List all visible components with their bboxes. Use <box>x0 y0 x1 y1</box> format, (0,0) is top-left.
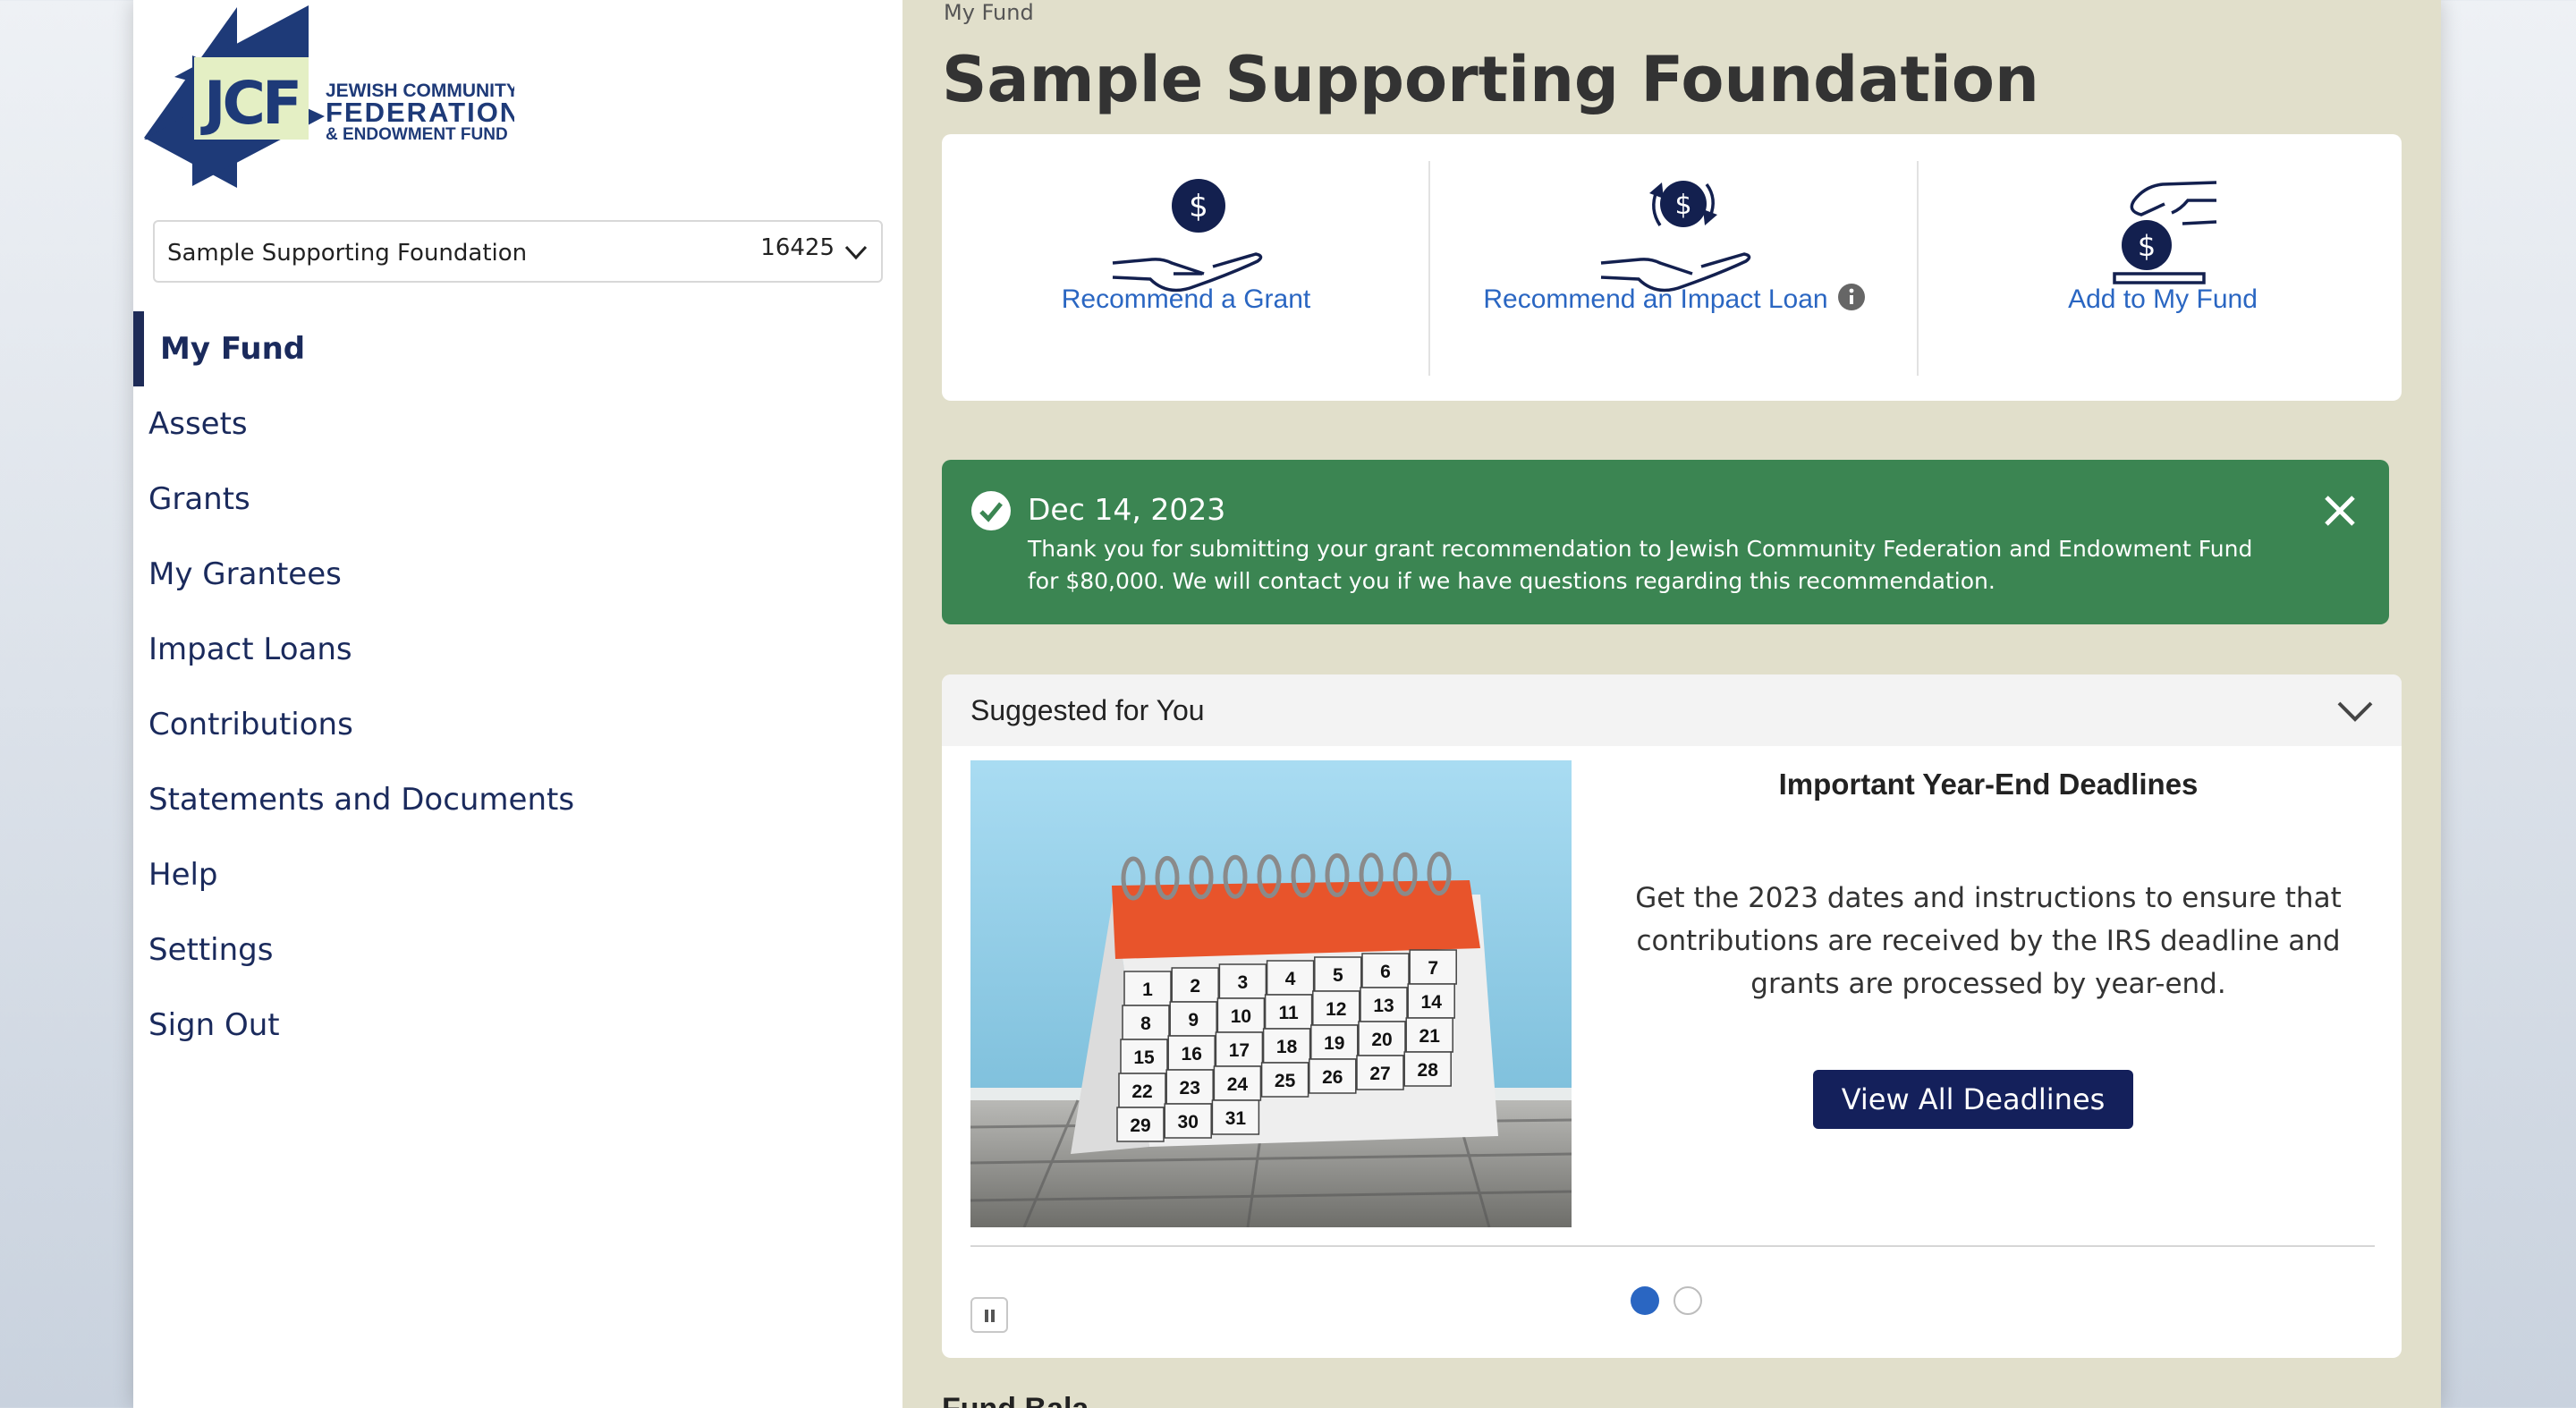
suggestion-card-title: Important Year-End Deadlines <box>1778 768 2199 801</box>
sidebar-item-statements[interactable]: Statements and Documents <box>133 762 902 837</box>
calendar-day-number: 23 <box>1180 1078 1200 1098</box>
recommend-grant-action[interactable]: $ Recommend a Grant <box>942 161 1430 376</box>
svg-text:& ENDOWMENT FUND: & ENDOWMENT FUND <box>326 125 508 144</box>
sidebar-item-my-grantees[interactable]: My Grantees <box>133 537 902 612</box>
calendar-day-number: 28 <box>1418 1060 1439 1081</box>
calendar-day-number: 21 <box>1419 1026 1441 1047</box>
suggested-title: Suggested for You <box>970 694 1205 726</box>
alert-message: Thank you for submitting your grant reco… <box>1028 536 2253 594</box>
hand-deposit-coin-icon: $ <box>2113 181 2217 284</box>
fund-balance-heading-peek: Fund Bala <box>942 1392 1089 1408</box>
recommend-impact-loan-label: Recommend an Impact Loan <box>1430 284 1919 315</box>
sidebar-item-impact-loans[interactable]: Impact Loans <box>133 612 902 687</box>
sidebar-item-grants[interactable]: Grants <box>133 462 902 537</box>
calendar-day-number: 25 <box>1275 1071 1296 1091</box>
calendar-day-number: 4 <box>1285 969 1296 989</box>
sidebar-item-sign-out[interactable]: Sign Out <box>133 988 902 1063</box>
fund-selector-name: Sample Supporting Foundation <box>167 240 528 267</box>
svg-text:$: $ <box>1674 190 1691 221</box>
calendar-day-number: 24 <box>1227 1074 1249 1095</box>
add-to-my-fund-label: Add to My Fund <box>2068 284 2258 314</box>
info-icon[interactable] <box>1837 283 1866 311</box>
chevron-down-icon <box>844 245 868 260</box>
calendar-day-number: 14 <box>1421 992 1443 1013</box>
calendar-day-number: 5 <box>1333 965 1343 986</box>
desk-calendar-image: 1 2 3 4 5 6 78 9 10 11 12 13 1415 16 17 18 19 20 2122 23 24 2… <box>970 760 1572 1227</box>
chevron-down-icon[interactable] <box>2335 692 2375 728</box>
check-circle-icon <box>971 491 1011 530</box>
calendar-day-number: 19 <box>1324 1033 1344 1054</box>
fund-selector-dropdown[interactable]: Sample Supporting Foundation 16425 <box>153 220 883 283</box>
calendar-day-number: 26 <box>1322 1067 1343 1088</box>
calendar-day-number: 7 <box>1428 958 1438 979</box>
suggestion-card-body: Get the 2023 dates and instructions to e… <box>1635 882 2342 1000</box>
calendar-day-number: 13 <box>1373 996 1394 1016</box>
calendar-day-number: 6 <box>1380 962 1391 982</box>
calendar-day-number: 2 <box>1190 976 1200 997</box>
calendar-day-number: 17 <box>1229 1040 1250 1061</box>
app-window: JCF JEWISH COMMUNITY FEDERATION & ENDOWM… <box>133 0 2441 1408</box>
calendar-day-number: 16 <box>1182 1044 1202 1064</box>
carousel-dot-1[interactable] <box>1631 1286 1659 1315</box>
sidebar-item-assets[interactable]: Assets <box>133 386 902 462</box>
sidebar-item-help[interactable]: Help <box>133 837 902 912</box>
calendar-day-number: 12 <box>1326 999 1346 1020</box>
hand-coin-cycle-icon: $ <box>1600 181 1751 293</box>
alert-date: Dec 14, 2023 <box>1028 492 1226 527</box>
calendar-day-number: 27 <box>1369 1064 1390 1084</box>
calendar-day-number: 18 <box>1276 1037 1298 1057</box>
svg-text:$: $ <box>1189 189 1208 225</box>
calendar-day-number: 3 <box>1238 972 1249 993</box>
recommend-grant-label: Recommend a Grant <box>1061 284 1311 314</box>
recommend-impact-loan-action[interactable]: $ Recommend an Impact Loan <box>1430 161 1919 376</box>
suggested-for-you-panel: Suggested for You 1 2 3 4 5 6 7 8 9 10 1… <box>942 674 2402 1358</box>
svg-text:JCF: JCF <box>200 69 299 138</box>
carousel-divider <box>970 1245 2375 1247</box>
calendar-day-number: 22 <box>1131 1081 1152 1102</box>
calendar-day-number: 31 <box>1225 1108 1247 1129</box>
sidebar: JCF JEWISH COMMUNITY FEDERATION & ENDOWM… <box>133 0 902 1408</box>
quick-actions-card: $ Recommend a Grant $ Recommend an Impac… <box>942 134 2402 401</box>
fund-selector-number: 16425 <box>760 234 835 261</box>
sidebar-item-contributions[interactable]: Contributions <box>133 687 902 762</box>
close-icon[interactable] <box>2321 492 2359 530</box>
add-to-my-fund-action[interactable]: $ Add to My Fund <box>1919 161 2407 376</box>
jcf-logo[interactable]: JCF JEWISH COMMUNITY FEDERATION & ENDOWM… <box>139 4 514 188</box>
calendar-day-number: 10 <box>1231 1006 1251 1027</box>
calendar-day-number: 15 <box>1133 1048 1155 1068</box>
sidebar-item-my-fund[interactable]: My Fund <box>133 311 902 386</box>
recommend-impact-loan-text: Recommend an Impact Loan <box>1483 284 1828 314</box>
success-alert: Dec 14, 2023 Thank you for submitting yo… <box>942 460 2389 624</box>
carousel-dot-2[interactable] <box>1674 1286 1702 1315</box>
svg-text:FEDERATION: FEDERATION <box>326 97 514 128</box>
carousel-pause-button[interactable] <box>970 1297 1008 1333</box>
suggested-header[interactable]: Suggested for You <box>942 674 2402 746</box>
breadcrumb[interactable]: My Fund <box>944 0 1034 25</box>
hand-coin-icon: $ <box>1112 179 1263 293</box>
calendar-day-number: 8 <box>1140 1014 1151 1034</box>
sidebar-item-settings[interactable]: Settings <box>133 912 902 988</box>
calendar-day-number: 30 <box>1178 1112 1199 1132</box>
sidebar-nav: My Fund Assets Grants My Grantees Impact… <box>133 311 902 1063</box>
calendar-day-number: 1 <box>1142 980 1153 1000</box>
calendar-day-number: 11 <box>1278 1003 1299 1023</box>
view-all-deadlines-button[interactable]: View All Deadlines <box>1813 1070 2133 1129</box>
page-title: Sample Supporting Foundation <box>942 43 2039 116</box>
calendar-day-number: 29 <box>1130 1115 1150 1136</box>
calendar-day-number: 20 <box>1371 1030 1392 1050</box>
calendar-day-number: 9 <box>1188 1010 1199 1031</box>
svg-text:$: $ <box>2138 229 2156 263</box>
